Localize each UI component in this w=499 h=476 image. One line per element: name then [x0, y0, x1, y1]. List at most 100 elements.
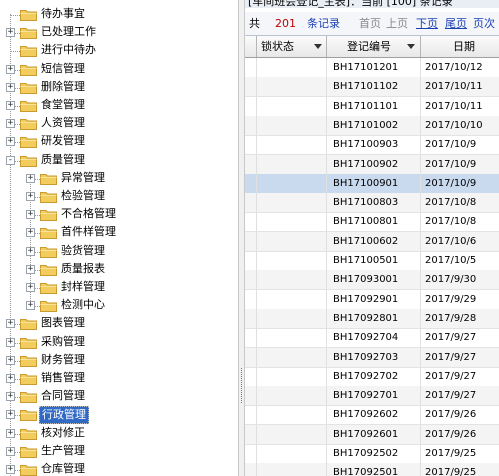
- tree-node[interactable]: + 财务管理: [0, 352, 238, 370]
- table-row[interactable]: BH17093001 2017/9/30: [245, 270, 499, 291]
- table-row[interactable]: BH17100602 2017/10/6: [245, 231, 499, 252]
- table-row[interactable]: BH17100501 2017/10/5: [245, 251, 499, 271]
- table-row[interactable]: BH17101201 2017/10/12: [245, 58, 499, 78]
- pager-next-link[interactable]: 下页: [416, 12, 438, 36]
- tree-node[interactable]: - 质量管理: [0, 152, 238, 170]
- expand-plus-icon[interactable]: +: [6, 119, 15, 129]
- splitter-grip-dot: [241, 370, 242, 371]
- splitter-grip-dot: [241, 398, 242, 399]
- table-row[interactable]: BH17092501 2017/9/25: [245, 463, 499, 476]
- expand-plus-icon[interactable]: +: [6, 465, 15, 474]
- tree-node[interactable]: + 短信管理: [0, 61, 238, 79]
- tree-node[interactable]: + 行政管理: [0, 406, 238, 425]
- table-row[interactable]: BH17100803 2017/10/8: [245, 193, 499, 214]
- expand-plus-icon[interactable]: +: [26, 192, 35, 201]
- expand-plus-icon[interactable]: +: [26, 246, 35, 256]
- table-row[interactable]: BH17092502 2017/9/25: [245, 444, 499, 464]
- tree-node[interactable]: + 检测中心: [0, 297, 238, 315]
- expand-plus-icon[interactable]: +: [26, 301, 35, 311]
- table-row[interactable]: BH17092702 2017/9/27: [245, 366, 499, 387]
- tree-node[interactable]: + 仓库管理: [0, 461, 238, 476]
- table-row[interactable]: BH17100902 2017/10/9: [245, 154, 499, 175]
- tree-node[interactable]: + 验货管理: [0, 243, 238, 261]
- expand-plus-icon[interactable]: +: [6, 319, 15, 329]
- row-indicator-cell: [245, 115, 257, 135]
- expand-plus-icon[interactable]: +: [26, 173, 35, 183]
- tree-node[interactable]: + 食堂管理: [0, 97, 238, 115]
- tree-node[interactable]: + 图表管理: [0, 315, 238, 333]
- expand-plus-icon[interactable]: +: [6, 446, 15, 456]
- table-row[interactable]: BH17092601 2017/9/26: [245, 424, 499, 445]
- row-indicator-cell: [245, 386, 257, 406]
- table-row[interactable]: BH17101102 2017/10/11: [245, 77, 499, 98]
- tree-node[interactable]: + 异常管理: [0, 170, 238, 188]
- expand-plus-icon[interactable]: +: [6, 64, 15, 74]
- table-row[interactable]: BH17100903 2017/10/9: [245, 135, 499, 156]
- pager-first-link[interactable]: 首页: [359, 12, 381, 36]
- expand-plus-icon[interactable]: +: [6, 337, 15, 347]
- table-row[interactable]: BH17100901 2017/10/9: [245, 173, 499, 194]
- row-indicator-cell: [245, 444, 257, 463]
- tree-node[interactable]: + 人资管理: [0, 115, 238, 133]
- tree-node[interactable]: + 检验管理: [0, 188, 238, 206]
- expand-plus-icon[interactable]: +: [6, 410, 15, 420]
- expand-plus-icon[interactable]: +: [6, 392, 15, 402]
- splitter-grip-dot: [241, 380, 242, 381]
- tree-node[interactable]: + 采购管理: [0, 334, 238, 352]
- sort-arrow-icon[interactable]: [314, 44, 322, 49]
- record-date-cell: 2017/10/9: [425, 177, 477, 189]
- tree-node[interactable]: + 核对修正: [0, 425, 238, 443]
- table-row[interactable]: BH17092801 2017/9/28: [245, 308, 499, 329]
- tree-node[interactable]: + 不合格管理: [0, 206, 238, 224]
- tree-node[interactable]: + 销售管理: [0, 370, 238, 388]
- tree-node[interactable]: + 质量报表: [0, 261, 238, 279]
- table-row[interactable]: BH17101101 2017/10/11: [245, 96, 499, 117]
- column-header-lock[interactable]: 锁状态: [257, 36, 327, 57]
- column-header-code-label: 登记编号: [347, 40, 391, 53]
- tree-node-label: 封样管理: [61, 280, 105, 293]
- tree-node[interactable]: + 封样管理: [0, 279, 238, 297]
- tree-node[interactable]: + 已处理工作: [0, 24, 238, 42]
- column-header-date[interactable]: 日期: [421, 36, 499, 57]
- table-row[interactable]: BH17092901 2017/9/29: [245, 289, 499, 310]
- tree-node[interactable]: + 合同管理: [0, 388, 238, 406]
- sort-arrow-icon[interactable]: [407, 44, 415, 49]
- tree-node[interactable]: + 研发管理: [0, 133, 238, 151]
- panel-splitter[interactable]: [238, 0, 245, 476]
- table-row[interactable]: BH17100801 2017/10/8: [245, 212, 499, 233]
- table-row[interactable]: BH17092701 2017/9/27: [245, 386, 499, 407]
- row-indicator-cell: [245, 328, 257, 348]
- tree-node[interactable]: + 生产管理: [0, 443, 238, 461]
- record-code-cell: BH17092601: [327, 424, 421, 444]
- collapse-minus-icon[interactable]: -: [6, 155, 15, 165]
- tree-node[interactable]: + 首件样管理: [0, 224, 238, 242]
- lock-status-cell: [257, 251, 327, 270]
- pager-last-link[interactable]: 尾页: [445, 12, 467, 36]
- expand-plus-icon[interactable]: +: [6, 428, 15, 438]
- expand-plus-icon[interactable]: +: [26, 264, 35, 274]
- record-code-cell: BH17092704: [327, 328, 421, 348]
- table-row[interactable]: BH17092704 2017/9/27: [245, 328, 499, 349]
- expand-plus-icon[interactable]: +: [6, 82, 15, 92]
- tree-node-label: 已处理工作: [41, 25, 96, 39]
- expand-plus-icon[interactable]: +: [6, 28, 15, 38]
- splitter-grip-dot: [241, 390, 242, 391]
- column-header-code[interactable]: 登记编号: [327, 36, 421, 57]
- expand-plus-icon[interactable]: +: [6, 374, 15, 383]
- expand-plus-icon[interactable]: +: [6, 137, 15, 147]
- tree-node-label: 生产管理: [41, 443, 85, 457]
- expand-plus-icon[interactable]: +: [6, 101, 15, 110]
- tree-node[interactable]: + 删除管理: [0, 79, 238, 97]
- table-row[interactable]: BH17092602 2017/9/26: [245, 405, 499, 426]
- grid-title: [车间班会登记_主表]：当前 [100] 条记录: [245, 0, 499, 8]
- lock-status-cell: [257, 289, 327, 309]
- pager-prev-link[interactable]: 上页: [386, 12, 408, 36]
- table-row[interactable]: BH17101002 2017/10/10: [245, 115, 499, 136]
- expand-plus-icon[interactable]: +: [26, 283, 35, 292]
- expand-plus-icon[interactable]: +: [26, 228, 35, 238]
- table-row[interactable]: BH17092703 2017/9/27: [245, 347, 499, 368]
- tree-node[interactable]: 待办事宜: [0, 6, 238, 24]
- expand-plus-icon[interactable]: +: [26, 210, 35, 220]
- tree-node[interactable]: 进行中待办: [0, 42, 238, 60]
- expand-plus-icon[interactable]: +: [6, 355, 15, 365]
